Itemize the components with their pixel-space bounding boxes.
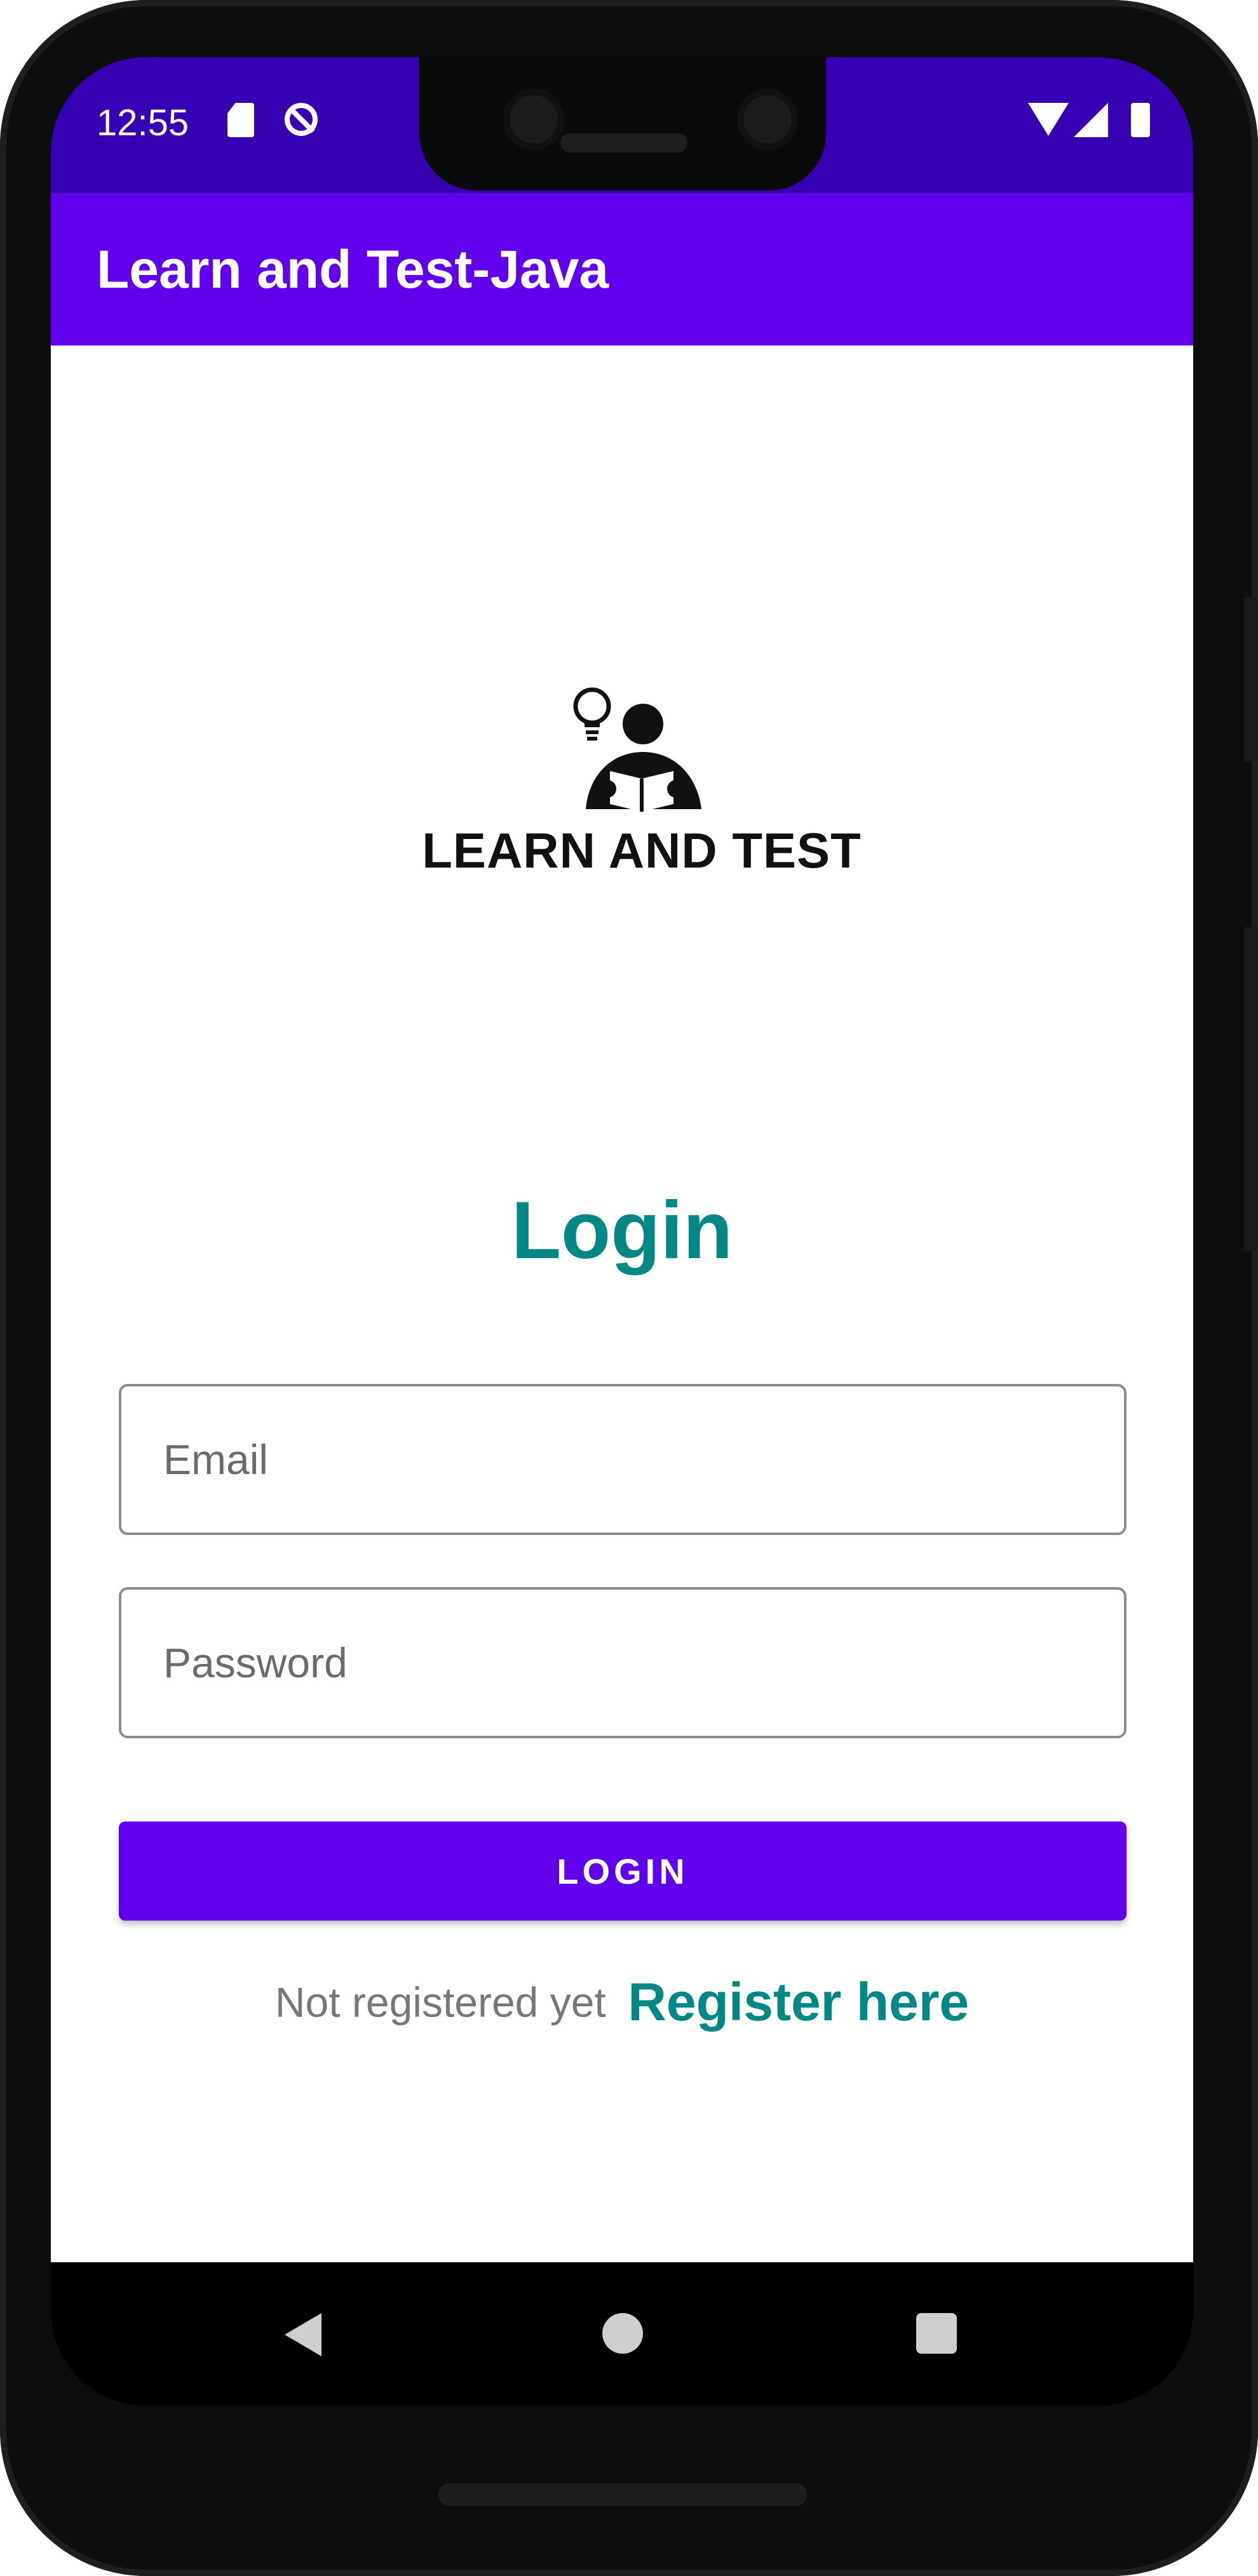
phone-frame: 12:55 Learn and Test-Java LEARN AND TEST… <box>0 0 1258 2576</box>
front-camera <box>737 89 798 150</box>
earpiece-speaker <box>560 133 687 152</box>
bottom-speaker <box>438 2483 807 2506</box>
camera-notch <box>419 57 826 191</box>
register-row: Not registered yet Register here <box>51 1971 1193 2033</box>
register-link[interactable]: Register here <box>628 1972 969 2032</box>
logo-text: LEARN AND TEST <box>422 822 862 878</box>
battery-icon <box>1131 103 1150 137</box>
login-content: LEARN AND TEST Login LOGIN Not registere… <box>51 345 1193 2262</box>
password-field[interactable] <box>119 1587 1126 1738</box>
page-title: Login <box>511 1185 733 1276</box>
volume-button <box>1244 597 1258 762</box>
phone-screen: 12:55 Learn and Test-Java LEARN AND TEST… <box>51 57 1193 2406</box>
password-input[interactable] <box>121 1590 1124 1736</box>
home-icon[interactable] <box>602 2313 643 2354</box>
email-field[interactable] <box>119 1384 1126 1535</box>
power-button <box>1244 927 1258 1251</box>
login-button[interactable]: LOGIN <box>119 1821 1126 1921</box>
app-title: Learn and Test-Java <box>97 239 609 299</box>
front-camera <box>503 89 564 150</box>
recents-icon[interactable] <box>916 2313 957 2354</box>
app-logo: LEARN AND TEST <box>419 663 864 892</box>
navigation-bar <box>51 2262 1193 2406</box>
status-time: 12:55 <box>97 102 189 144</box>
register-prompt: Not registered yet <box>274 1978 606 2026</box>
email-input[interactable] <box>121 1386 1124 1533</box>
signal-icon <box>1074 103 1108 137</box>
app-bar: Learn and Test-Java <box>51 193 1193 345</box>
sd-card-icon <box>227 103 254 137</box>
sync-disabled-icon <box>285 103 318 136</box>
back-icon[interactable] <box>285 2313 321 2356</box>
reader-with-lightbulb-icon <box>573 687 701 812</box>
wifi-icon <box>1028 103 1069 136</box>
